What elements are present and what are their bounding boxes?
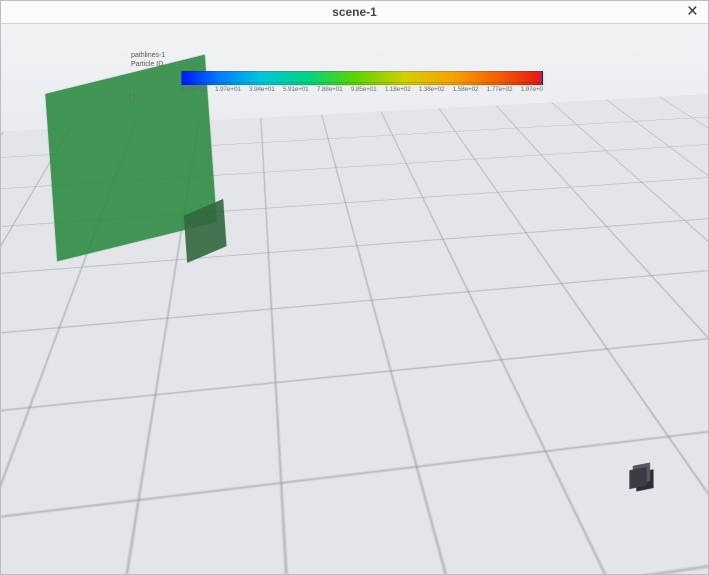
legend-tick: 1.18e+02 (385, 86, 411, 93)
legend-tick: 1.97e+0 (521, 86, 543, 93)
legend-tick: 7.88e+01 (317, 86, 343, 93)
context-menu-item[interactable]: Modify Zones (357, 368, 479, 390)
context-menu-item[interactable]: Hide (357, 444, 479, 466)
legend-ticks: -4.76e+02 -4.00e+02 -3.24e+02 -2.48e+02 -1.7… (131, 547, 563, 554)
window-title: scene-1 (1, 1, 708, 23)
legend-tick: 5.66e+01 (422, 547, 448, 554)
context-menu-item[interactable]: Clear Selection (357, 466, 479, 488)
context-menu-item[interactable]: Paste Selection (357, 515, 479, 537)
context-menu[interactable]: Info EditCopyDelete Modify ZonesCreate Colo… (356, 269, 480, 538)
context-submenu-item[interactable]: contour-1 (478, 292, 574, 314)
menu-separator (359, 441, 477, 442)
axis-label-y: Y (666, 494, 672, 504)
color-legend-pathlines: pathlines-1 Particle ID 0.00e+001.97e+01… (131, 51, 551, 101)
axis-label-z: Z (642, 446, 648, 456)
legend-name: pathlines-1 (131, 51, 551, 60)
legend-tick: 2.08e+02 (501, 547, 527, 554)
nav-arrow-icon[interactable] (672, 504, 702, 528)
legend-tick: 0.00e+00 (181, 86, 207, 93)
legend-colorbar (131, 534, 563, 546)
menu-separator (359, 490, 477, 491)
legend-unit: ( ) (129, 94, 551, 101)
scene-viewport-window: scene-1 × (0, 0, 709, 575)
context-menu-item[interactable]: Delete (357, 341, 479, 363)
legend-tick: -2.48e+02 (256, 547, 284, 554)
menu-separator (359, 414, 477, 415)
titlebar: scene-1 × (1, 1, 708, 24)
context-menu-item[interactable]: Color by (357, 417, 479, 439)
menu-separator (359, 365, 477, 366)
legend-tick: 1.33e+02 (462, 547, 488, 554)
legend-tick: -4.76e+02 (131, 547, 159, 554)
menu-separator (359, 294, 477, 295)
context-submenu-edit[interactable]: contour-1mesh-1scene-1 (477, 291, 575, 359)
legend-tick: 5.91e+01 (283, 86, 309, 93)
legend-tick: -9.56e+01 (339, 547, 367, 554)
3d-viewport[interactable]: pathlines-1 Particle ID 0.00e+001.97e+01… (1, 23, 708, 574)
legend-tick: 9.85e+01 (351, 86, 377, 93)
context-submenu-item[interactable]: mesh-1 (478, 314, 574, 336)
legend-colorbar (181, 71, 543, 83)
legend-ticks: 0.00e+00 1.97e+01 3.94e+01 5.91e+01 7.88e+01… (181, 86, 543, 93)
close-icon[interactable]: × (687, 2, 698, 22)
legend-tick: 1.77e+02 (487, 86, 513, 93)
legend-tick: 1.58e+02 (453, 86, 479, 93)
orientation-cube[interactable] (629, 467, 646, 489)
legend-field: Particle ID (131, 60, 551, 69)
legend-tick: 1.97e+01 (215, 86, 241, 93)
legend-unit: ( pascal ) (131, 555, 591, 562)
context-menu-item[interactable]: Copy (357, 319, 479, 341)
legend-tick: 3.94e+01 (249, 86, 275, 93)
axis-triad[interactable]: X Y Z (610, 446, 680, 516)
context-menu-item[interactable]: Info (357, 270, 479, 292)
legend-tick: 1.38e+02 (419, 86, 445, 93)
context-menu-item[interactable]: Create (357, 390, 479, 412)
context-menu-item[interactable]: Copy Selection (357, 493, 479, 515)
legend-tick: -1.72e+02 (297, 547, 325, 554)
legend-tick: -1.95e+01 (380, 547, 408, 554)
legend-tick: -4.00e+02 (173, 547, 201, 554)
legend-tick: 2.84e+0 (541, 547, 563, 554)
legend-tick: -3.24e+02 (214, 547, 242, 554)
context-menu-item[interactable]: Edit (357, 297, 479, 319)
context-submenu-item[interactable]: scene-1 (478, 336, 574, 358)
axis-label-x: X (612, 498, 618, 508)
